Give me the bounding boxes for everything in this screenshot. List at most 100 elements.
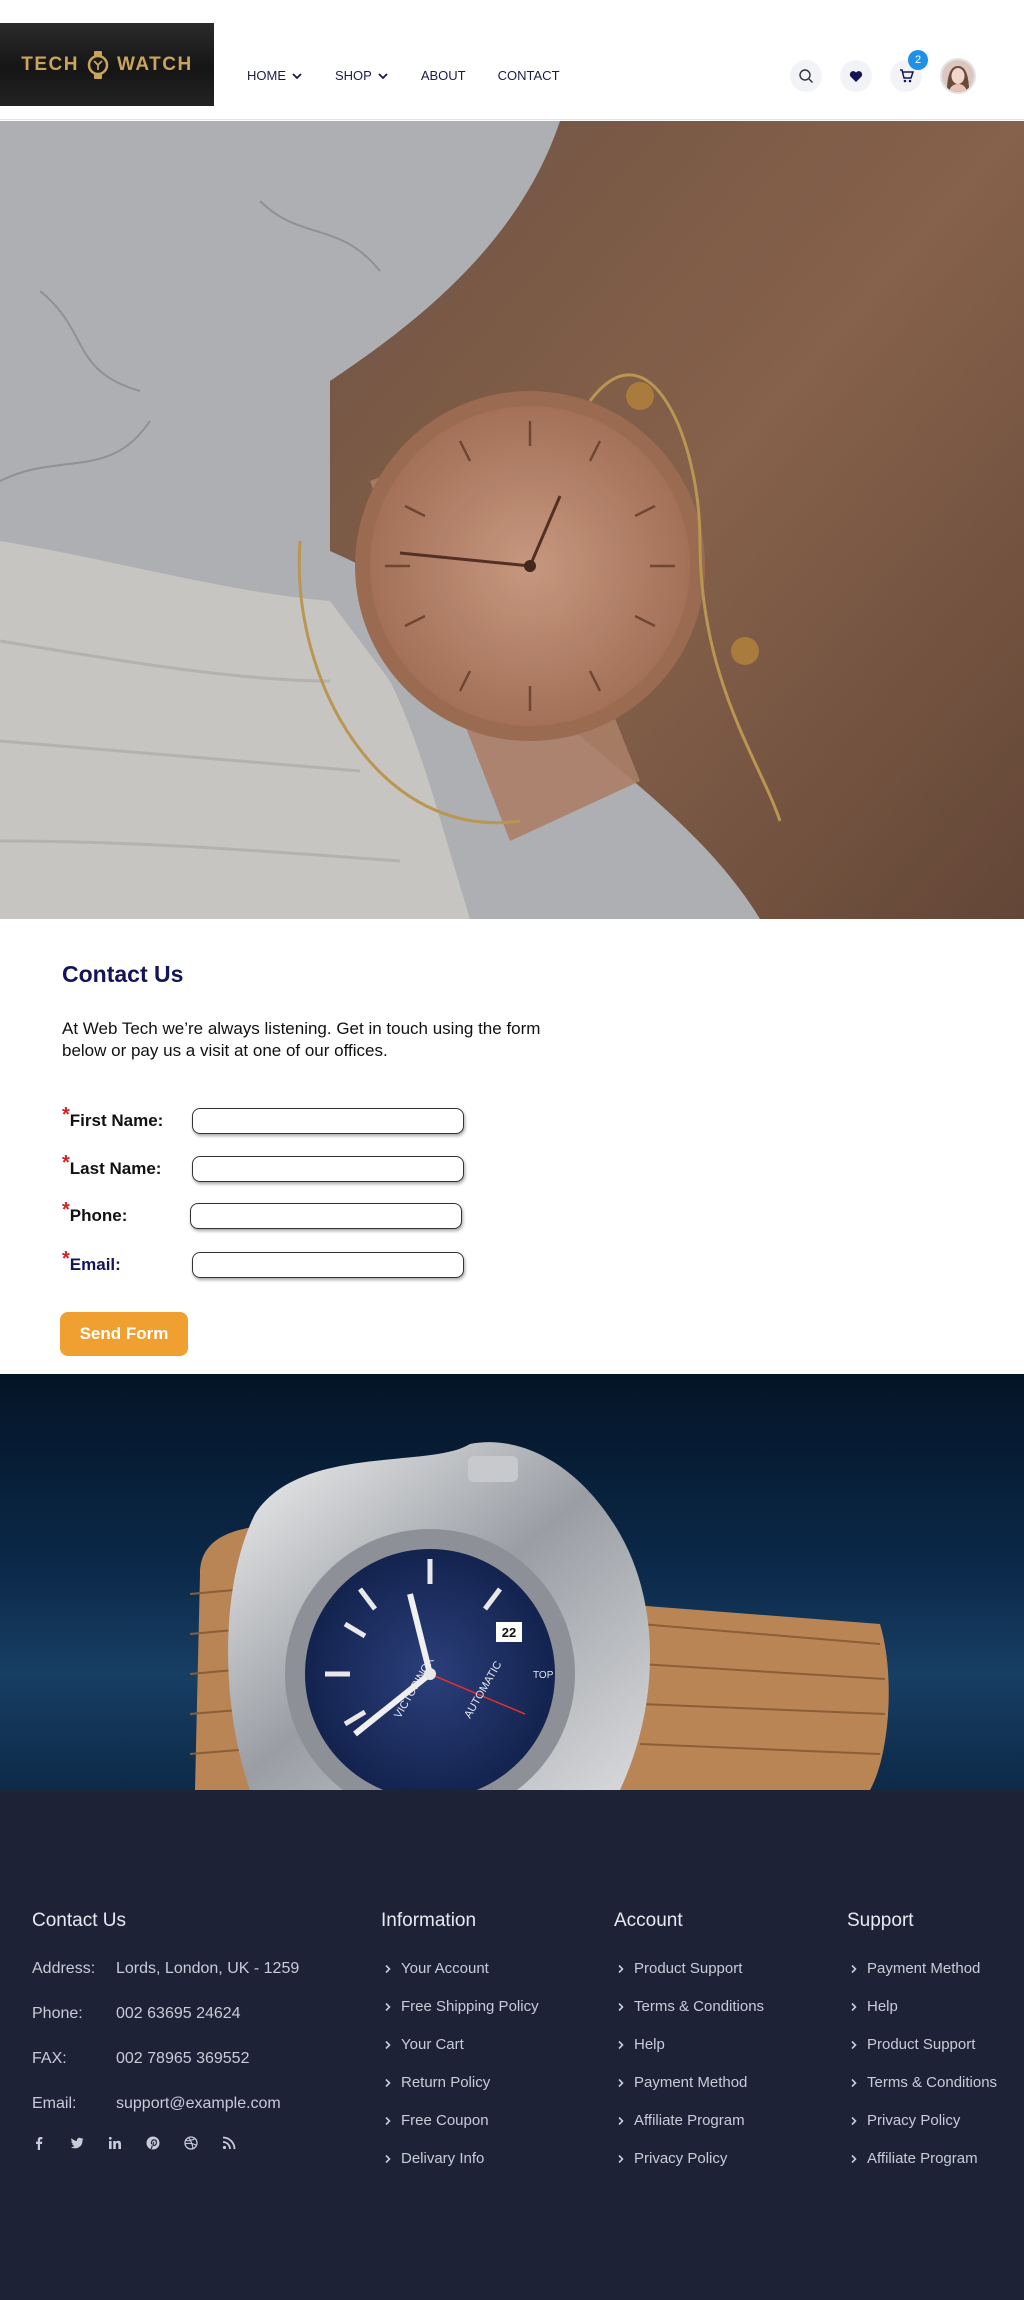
last-name-field[interactable] [192, 1155, 464, 1182]
chevron-down-icon [292, 72, 302, 79]
footer-link[interactable]: Product Support [614, 1960, 764, 1998]
chevron-right-icon [385, 2002, 391, 2012]
nav-item-home[interactable]: HOME [247, 68, 303, 83]
footer-link[interactable]: Delivary Info [381, 2150, 539, 2188]
footer-link[interactable]: Product Support [847, 2036, 997, 2074]
chevron-right-icon [385, 2040, 391, 2050]
dial-top-text: TOP [533, 1670, 554, 1681]
footer-link[interactable]: Free Coupon [381, 2112, 539, 2150]
pinterest-icon[interactable] [146, 2136, 160, 2150]
first-name-field[interactable] [192, 1107, 464, 1134]
footer-link[interactable]: Payment Method [847, 1960, 997, 1998]
watch-logo-icon [87, 50, 109, 79]
footer-link[interactable]: Help [847, 1998, 997, 2036]
search-button[interactable] [790, 60, 822, 92]
footer-link[interactable]: Return Policy [381, 2074, 539, 2112]
email-row: * Email: [62, 1248, 464, 1278]
required-marker: * [62, 1104, 70, 1126]
brand-logo[interactable]: TECH WATCH [0, 23, 214, 106]
footer-link-label: Terms & Conditions [634, 1998, 765, 2015]
nav-item-about[interactable]: ABOUT [421, 68, 466, 83]
hero-watch-on-wrist-image [0, 121, 1024, 919]
wishlist-button[interactable] [840, 60, 872, 92]
nav-item-contact[interactable]: CONTACT [498, 68, 560, 83]
footer-link-label: Your Account [401, 1960, 489, 1977]
footer-address-row: Address: Lords, London, UK - 1259 [32, 1960, 299, 2005]
chevron-right-icon [618, 2078, 624, 2088]
cart-button[interactable]: 2 [890, 50, 928, 92]
footer-link[interactable]: Affiliate Program [614, 2112, 764, 2150]
chevron-right-icon [618, 2002, 624, 2012]
address-value: Lords, London, UK - 1259 [116, 1960, 300, 1977]
user-avatar[interactable] [940, 58, 976, 94]
footer-link[interactable]: Affiliate Program [847, 2150, 997, 2188]
footer-link[interactable]: Your Account [381, 1960, 539, 1998]
footer-link-label: Affiliate Program [634, 2112, 745, 2129]
footer-link[interactable]: Terms & Conditions [847, 2074, 997, 2112]
phone-label: Phone: [69, 1205, 128, 1225]
chevron-right-icon [851, 2002, 857, 2012]
footer-link-label: Privacy Policy [867, 2112, 961, 2129]
footer-account-title: Account [614, 1910, 683, 1931]
main-nav: HOME SHOP ABOUT CONTACT [247, 68, 592, 83]
chevron-right-icon [618, 2154, 624, 2164]
rss-icon[interactable] [222, 2136, 236, 2150]
nav-item-label: CONTACT [497, 68, 560, 83]
send-form-button[interactable]: Send Form [60, 1312, 188, 1356]
fax-value: 002 78965 369552 [116, 2050, 250, 2067]
footer-link[interactable]: Your Cart [381, 2036, 539, 2074]
footer-email-row: Email: support@example.com [32, 2095, 299, 2140]
footer-link-label: Privacy Policy [634, 2150, 728, 2167]
phone-field[interactable] [190, 1202, 462, 1229]
facebook-icon[interactable] [32, 2136, 46, 2150]
required-marker: * [62, 1152, 70, 1174]
email-label: Email: [69, 1254, 121, 1274]
footer-fax-row: FAX: 002 78965 369552 [32, 2050, 299, 2095]
phone-value: 002 63695 24624 [116, 2005, 241, 2022]
footer-link-label: Affiliate Program [867, 2150, 978, 2167]
dribbble-icon[interactable] [184, 2136, 198, 2150]
last-name-label: Last Name: [69, 1158, 162, 1178]
email-key: Email: [32, 2095, 77, 2112]
footer-link[interactable]: Privacy Policy [847, 2112, 997, 2150]
footer-link-label: Terms & Conditions [867, 2074, 998, 2091]
footer-link-label: Your Cart [401, 2036, 464, 2053]
twitter-icon[interactable] [70, 2136, 84, 2150]
nav-item-label: HOME [247, 68, 286, 83]
chevron-right-icon [851, 2154, 857, 2164]
address-key: Address: [32, 1960, 96, 1977]
chevron-right-icon [385, 2078, 391, 2088]
footer-link[interactable]: Terms & Conditions [614, 1998, 764, 2036]
nav-item-label: ABOUT [420, 68, 466, 83]
chevron-right-icon [385, 1964, 391, 1974]
chevron-right-icon [385, 2154, 391, 2164]
chevron-right-icon [851, 1964, 857, 1974]
footer-link[interactable]: Payment Method [614, 2074, 764, 2112]
account-links: Product Support Terms & Conditions Help … [614, 1960, 764, 2188]
first-name-label: First Name: [69, 1110, 164, 1130]
site-header: TECH WATCH HOME SHOP ABOUT CONTACT 2 [0, 0, 1024, 120]
footer-link-label: Payment Method [634, 2074, 748, 2091]
required-marker: * [62, 1248, 70, 1270]
footer-link-label: Help [867, 1998, 898, 2015]
chevron-down-icon [378, 72, 388, 79]
header-actions: 2 [790, 50, 976, 94]
contact-title: Contact Us [62, 961, 184, 987]
nav-item-shop[interactable]: SHOP [335, 68, 389, 83]
footer-support-title: Support [847, 1910, 914, 1931]
footer-link[interactable]: Privacy Policy [614, 2150, 764, 2188]
email-field[interactable] [192, 1251, 464, 1278]
chevron-right-icon [618, 1964, 624, 1974]
email-value[interactable]: support@example.com [116, 2095, 281, 2140]
footer-contact-title: Contact Us [32, 1910, 126, 1931]
required-marker: * [62, 1199, 70, 1221]
site-footer: Contact Us Address: Lords, London, UK - … [0, 1790, 1024, 2300]
linkedin-icon[interactable] [108, 2136, 122, 2150]
footer-information-column: Information Your Account Free Shipping P… [381, 1910, 539, 2188]
footer-link-label: Help [634, 2036, 665, 2053]
footer-support-column: Support Payment Method Help Product Supp… [847, 1910, 997, 2188]
footer-link[interactable]: Help [614, 2036, 764, 2074]
footer-link[interactable]: Free Shipping Policy [381, 1998, 539, 2036]
phone-key: Phone: [32, 2005, 83, 2022]
chevron-right-icon [618, 2116, 624, 2126]
